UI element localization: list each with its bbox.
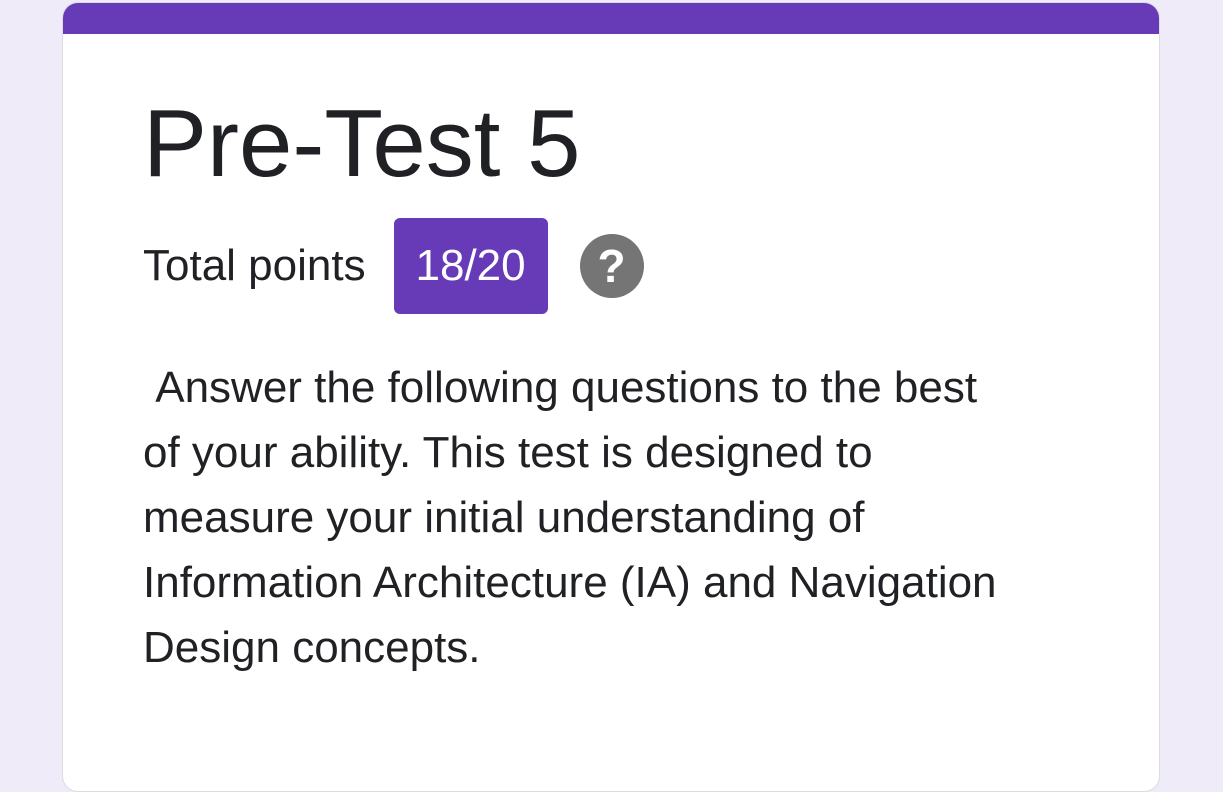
accent-bar bbox=[63, 3, 1159, 34]
total-points-row: Total points 18/20 ? bbox=[143, 217, 644, 315]
form-title: Pre-Test 5 bbox=[143, 90, 581, 197]
score-badge: 18/20 bbox=[393, 218, 548, 314]
total-points-label: Total points bbox=[143, 241, 366, 290]
form-description: Answer the following questions to the be… bbox=[143, 363, 997, 672]
help-icon[interactable]: ? bbox=[579, 234, 644, 298]
form-header-card: Pre-Test 5 Total points 18/20 ? Answer t… bbox=[62, 2, 1160, 792]
